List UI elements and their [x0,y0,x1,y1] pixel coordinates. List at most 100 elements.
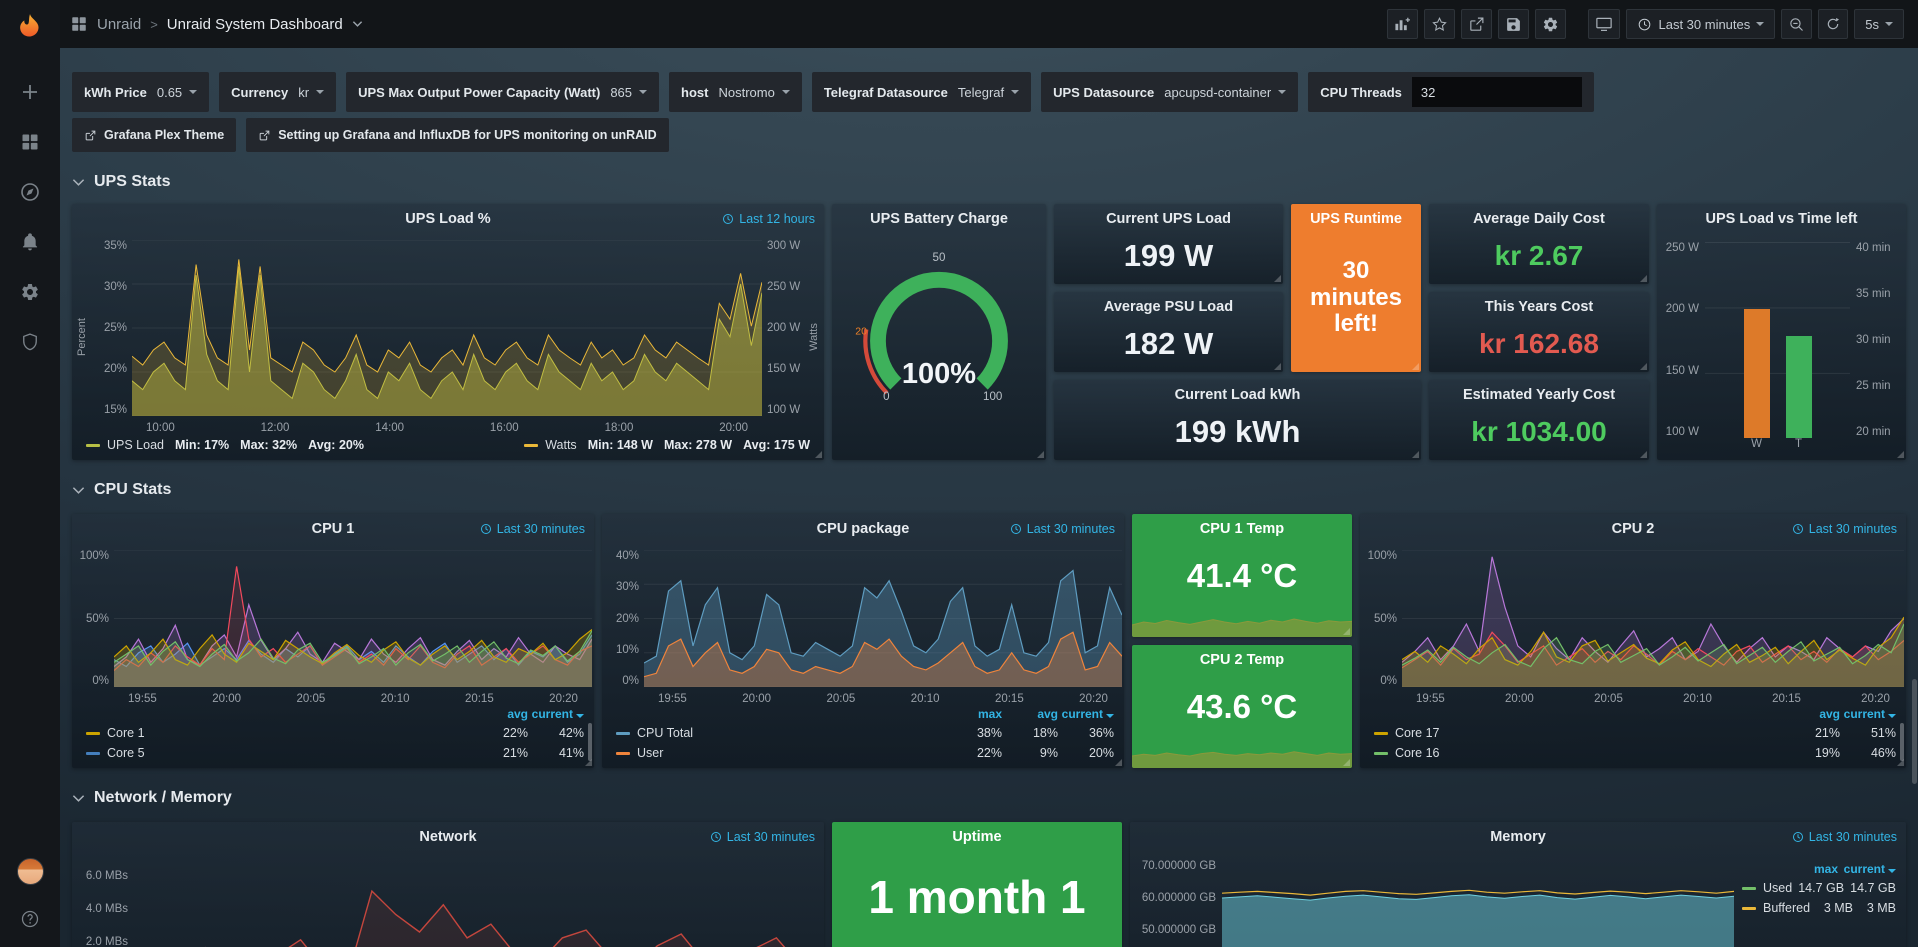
panel-title[interactable]: UPS Load vs Time left [1705,211,1857,227]
variable-currency[interactable]: Currency kr [219,72,336,112]
legend-header-current[interactable]: current [1838,862,1896,876]
dashboard-settings-button[interactable] [1535,9,1566,39]
series-name[interactable]: Watts [545,438,576,452]
panel-time-range[interactable]: Last 30 minutes [710,830,815,844]
y-axis-tick: 200 W [1659,303,1699,315]
refresh-interval-picker[interactable]: 5s [1854,9,1904,39]
legend-current: 46% [1840,746,1896,760]
link-ups-monitoring-guide[interactable]: Setting up Grafana and InfluxDB for UPS … [246,118,668,152]
legend-scrollbar[interactable] [1900,723,1904,761]
sidebar-item-configuration[interactable] [12,274,48,310]
panel-title[interactable]: Average Daily Cost [1473,211,1605,227]
sidebar-item-explore[interactable] [12,174,48,210]
refresh-button[interactable] [1818,9,1848,39]
sidebar-item-create[interactable] [12,74,48,110]
sidebar-item-help[interactable] [12,901,48,937]
apps-grid-icon[interactable] [70,15,88,33]
legend-scrollbar[interactable] [588,723,592,761]
x-axis-tick: 20:10 [1683,693,1712,705]
cpu2-chart[interactable] [1402,550,1904,687]
sidebar-item-server-admin[interactable] [12,324,48,360]
sidebar-item-alerting[interactable] [12,224,48,260]
page-scrollbar[interactable] [1912,679,1917,784]
star-dashboard-button[interactable] [1424,9,1455,39]
top-navbar: Unraid > Unraid System Dashboard [60,0,1918,48]
legend-header-avg[interactable]: avg [1784,707,1840,721]
cpu1-chart[interactable] [114,550,592,687]
panel-title[interactable]: CPU 2 [1612,521,1655,537]
panel-title[interactable]: CPU package [817,521,910,537]
panel-title[interactable]: Network [419,829,476,845]
panel-title[interactable]: Current Load kWh [1175,387,1301,403]
ups-load-chart[interactable] [132,240,762,416]
panel-title[interactable]: Memory [1490,829,1546,845]
panel-title[interactable]: Estimated Yearly Cost [1463,387,1615,403]
panel-time-range[interactable]: Last 30 minutes [1792,830,1897,844]
legend-header-current[interactable]: current [1840,707,1896,721]
breadcrumb-folder[interactable]: Unraid [97,16,141,33]
cpu-package-chart[interactable] [644,550,1122,687]
battery-gauge[interactable]: 50 0 100 20 100% [832,234,1046,460]
legend-header-max[interactable]: max [1780,862,1838,876]
y-axis-tick: 35% [92,240,127,252]
cpu-threads-input[interactable] [1412,77,1582,107]
variable-kwh-price[interactable]: kWh Price 0.65 [72,72,209,112]
y-axis-left: 6.0 MBs 4.0 MBs 2.0 MBs [72,858,134,947]
time-range-picker[interactable]: Last 30 minutes [1626,9,1775,39]
panel-title[interactable]: UPS Battery Charge [870,211,1008,227]
x-axis-tick: 20:15 [995,693,1024,705]
dashboard-variables: kWh Price 0.65 Currency kr UPS Max Outpu… [72,72,1906,112]
cycle-view-mode-button[interactable] [1588,9,1620,39]
variable-host[interactable]: host Nostromo [669,72,802,112]
legend-header-avg[interactable]: avg [1002,707,1058,721]
panel-title[interactable]: CPU 1 [312,521,355,537]
panel-time-range[interactable]: Last 30 minutes [1010,522,1115,536]
panel-title[interactable]: UPS Load % [405,211,490,227]
panel-current-load-kwh: Current Load kWh 199 kWh [1054,380,1421,460]
breadcrumb-dashboard-title[interactable]: Unraid System Dashboard [167,16,343,33]
sidebar-item-dashboards[interactable] [12,124,48,160]
section-cpu-stats[interactable]: CPU Stats [72,478,1906,502]
panel-time-range[interactable]: Last 30 minutes [480,522,585,536]
section-ups-stats[interactable]: UPS Stats [72,170,1906,194]
sidebar-item-profile[interactable] [12,853,48,889]
add-panel-button[interactable] [1387,9,1418,39]
panel-title[interactable]: Uptime [952,829,1001,845]
legend-header-current[interactable]: current [528,707,584,721]
legend-header-current[interactable]: current [1058,707,1114,721]
panel-title[interactable]: Average PSU Load [1104,299,1233,315]
link-grafana-plex-theme[interactable]: Grafana Plex Theme [72,118,236,152]
panel-title[interactable]: CPU 1 Temp [1200,521,1284,537]
save-dashboard-button[interactable] [1498,9,1529,39]
panel-title[interactable]: UPS Runtime [1310,211,1402,227]
bar-chart[interactable] [1705,242,1850,438]
refresh-icon [1825,16,1841,32]
legend-row: User 22% 9% 20% [616,743,1114,763]
variable-ups-max-output[interactable]: UPS Max Output Power Capacity (Watt) 865 [346,72,659,112]
grafana-logo[interactable] [10,8,50,48]
panel-title[interactable]: This Years Cost [1485,299,1594,315]
panel-time-range[interactable]: Last 30 minutes [1792,522,1897,536]
chevron-down-icon[interactable] [352,20,363,28]
chevron-down-icon [72,794,85,803]
help-question-icon [20,909,40,929]
clock-icon [710,831,722,843]
variable-ups-datasource[interactable]: UPS Datasource apcupsd-container [1041,72,1298,112]
legend-header-avg[interactable]: avg [472,707,528,721]
memory-chart[interactable] [1222,858,1734,947]
series-name[interactable]: UPS Load [107,438,164,452]
panel-title[interactable]: CPU 2 Temp [1200,652,1284,668]
network-chart[interactable] [134,858,824,947]
series-name: Buffered [1763,901,1810,915]
section-network-memory[interactable]: Network / Memory [72,786,1906,810]
variable-telegraf-datasource[interactable]: Telegraf Datasource Telegraf [812,72,1031,112]
legend-avg: 18% [1002,726,1058,740]
share-dashboard-button[interactable] [1461,9,1492,39]
legend-header-max[interactable]: max [946,707,1002,721]
y-axis-left: 100% 50% 0% [1362,550,1402,705]
panel-title[interactable]: Current UPS Load [1106,211,1231,227]
zoom-out-time-button[interactable] [1781,9,1812,39]
star-icon [1431,16,1448,33]
panel-time-range[interactable]: Last 12 hours [722,212,815,226]
x-axis-tick: 20:00 [212,693,241,705]
